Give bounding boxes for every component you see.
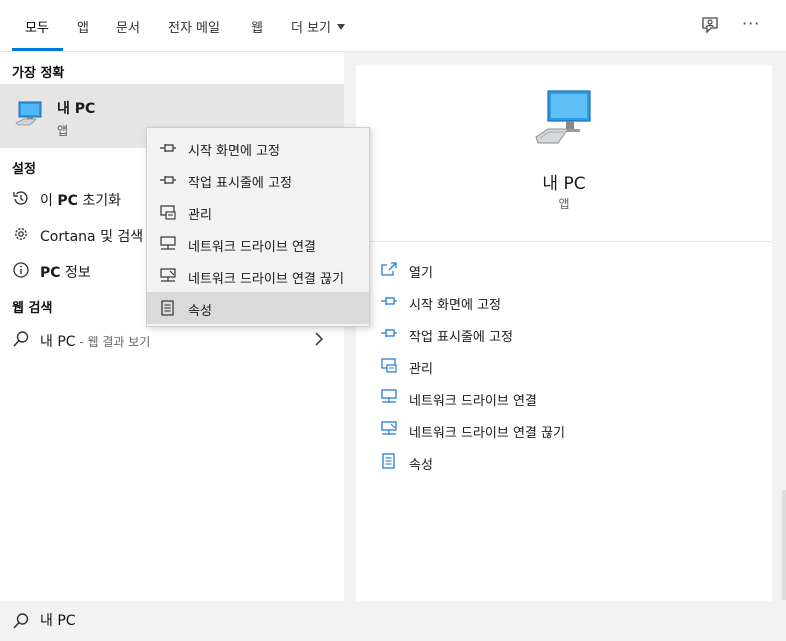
context-menu-label: 작업 표시줄에 고정	[188, 176, 292, 191]
tab-more-label: 더 보기	[291, 21, 332, 36]
action-pin-taskbar[interactable]: 작업 표시줄에 고정	[380, 322, 760, 348]
settings-item-label: 이 PC 초기화	[40, 190, 121, 210]
action-disconnect-network-drive[interactable]: 네트워크 드라이브 연결 끊기	[380, 418, 760, 444]
label-highlight: PC	[57, 193, 78, 209]
web-search-suffix: - 웹 결과 보기	[75, 335, 151, 349]
properties-icon	[161, 300, 174, 316]
network-drive-icon	[160, 236, 176, 250]
web-search-label: 내 PC - 웹 결과 보기	[40, 331, 150, 351]
open-icon	[381, 262, 397, 276]
pin-icon	[160, 144, 176, 152]
detail-type: 앱	[558, 197, 570, 211]
chevron-right-icon[interactable]	[314, 332, 324, 346]
action-label: 네트워크 드라이브 연결 끊기	[409, 426, 565, 441]
tab-apps[interactable]: 앱	[77, 17, 89, 36]
label-prefix: Cortana 및 검색	[40, 229, 144, 245]
action-label: 네트워크 드라이브 연결	[409, 394, 537, 409]
reset-icon	[13, 191, 28, 205]
label-prefix: 이	[40, 193, 58, 209]
context-menu-label: 시작 화면에 고정	[188, 144, 280, 159]
network-drive-disconnect-icon	[381, 421, 397, 435]
detail-title: 내 PC	[542, 174, 586, 194]
manage-icon	[381, 358, 397, 373]
action-manage[interactable]: 관리	[380, 354, 760, 380]
manage-icon	[160, 205, 176, 220]
pin-icon	[160, 176, 176, 184]
settings-item-label: Cortana 및 검색	[40, 226, 143, 246]
action-map-network-drive[interactable]: 네트워크 드라이브 연결	[380, 386, 760, 412]
label-suffix: 정보	[60, 265, 91, 281]
action-open[interactable]: 열기	[380, 258, 760, 284]
computer-icon	[15, 101, 42, 126]
search-input[interactable]	[40, 612, 540, 628]
properties-icon	[382, 453, 395, 469]
action-properties[interactable]: 속성	[380, 450, 760, 476]
tab-all[interactable]: 모두	[25, 17, 49, 36]
info-icon	[13, 262, 29, 278]
context-menu-label: 관리	[188, 208, 212, 223]
context-menu: 시작 화면에 고정 작업 표시줄에 고정 관리 네트워크 드라이브 연결 네트워…	[146, 127, 370, 327]
search-scope-bar: 모두 앱 문서 전자 메일 웹 더 보기 ···	[0, 0, 786, 52]
more-options-icon[interactable]: ···	[742, 14, 760, 33]
action-label: 작업 표시줄에 고정	[409, 330, 513, 345]
action-label: 시작 화면에 고정	[409, 298, 501, 313]
context-menu-disconnect-network-drive[interactable]: 네트워크 드라이브 연결 끊기	[147, 260, 369, 292]
scrollbar-edge[interactable]	[782, 490, 786, 600]
action-pin-start[interactable]: 시작 화면에 고정	[380, 290, 760, 316]
context-menu-label: 네트워크 드라이브 연결 끊기	[188, 272, 344, 287]
pin-icon	[381, 329, 397, 337]
gear-icon	[15, 228, 27, 240]
settings-heading: 설정	[12, 162, 36, 177]
best-match-type: 앱	[57, 124, 69, 138]
computer-icon	[535, 90, 591, 144]
label-suffix: 초기화	[77, 193, 121, 209]
best-match-heading: 가장 정확	[12, 66, 65, 81]
tab-documents[interactable]: 문서	[116, 17, 140, 36]
network-drive-disconnect-icon	[160, 268, 176, 282]
tab-more[interactable]: 더 보기	[291, 17, 346, 36]
action-label: 관리	[409, 362, 433, 377]
tab-web[interactable]: 웹	[251, 17, 263, 36]
search-icon	[13, 331, 29, 347]
active-tab-indicator	[12, 48, 63, 51]
caret-down-icon	[337, 24, 346, 30]
context-menu-properties[interactable]: 속성	[147, 292, 369, 324]
action-label: 열기	[409, 266, 433, 281]
settings-item-label: PC 정보	[40, 262, 91, 282]
web-search-heading: 웹 검색	[12, 301, 53, 316]
detail-divider	[356, 241, 772, 242]
web-search-query: 내 PC	[40, 334, 76, 350]
action-label: 속성	[409, 458, 433, 473]
label-highlight: PC	[40, 265, 61, 281]
search-icon	[13, 613, 29, 629]
tab-email[interactable]: 전자 메일	[168, 17, 220, 36]
detail-pane: 내 PC 앱 열기 시작 화면에 고정 작업 표시줄에 고정 관리 네트워크 드…	[356, 65, 772, 601]
context-menu-manage[interactable]: 관리	[147, 196, 369, 228]
context-menu-map-network-drive[interactable]: 네트워크 드라이브 연결	[147, 228, 369, 260]
context-menu-pin-taskbar[interactable]: 작업 표시줄에 고정	[147, 164, 369, 196]
pin-icon	[381, 297, 397, 305]
context-menu-label: 속성	[188, 304, 212, 319]
network-drive-icon	[381, 389, 397, 403]
best-match-name: 내 PC	[57, 101, 96, 117]
web-search-item[interactable]: 내 PC - 웹 결과 보기	[0, 324, 344, 354]
search-box[interactable]	[0, 601, 786, 641]
feedback-icon[interactable]	[699, 14, 721, 36]
context-menu-pin-start[interactable]: 시작 화면에 고정	[147, 132, 369, 164]
context-menu-label: 네트워크 드라이브 연결	[188, 240, 316, 255]
